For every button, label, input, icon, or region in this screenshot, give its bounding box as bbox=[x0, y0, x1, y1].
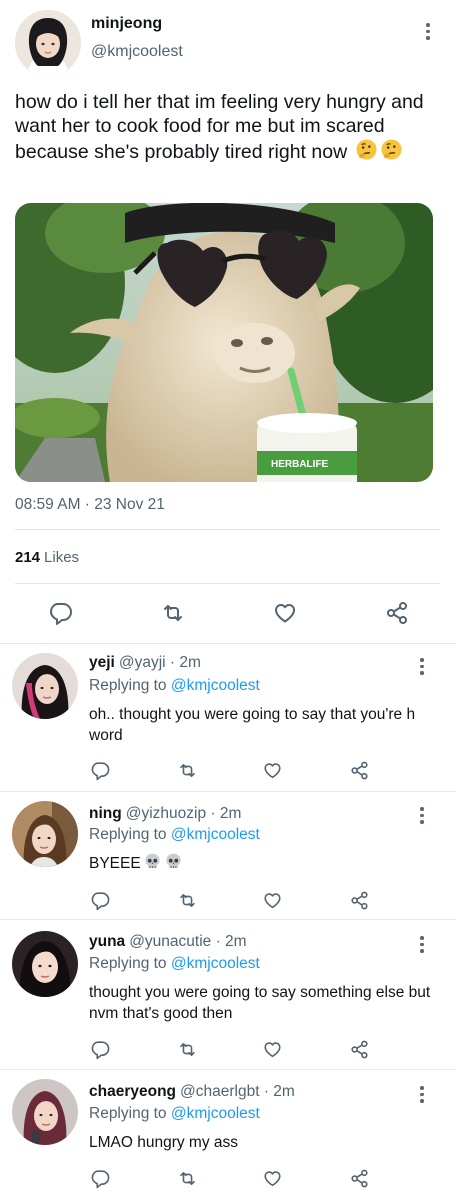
more-icon[interactable] bbox=[414, 933, 430, 955]
likes-count[interactable]: 214 Likes bbox=[15, 549, 79, 566]
retweet-icon[interactable] bbox=[158, 598, 188, 628]
reply-text-body: BYEEE bbox=[89, 855, 141, 872]
heart-icon[interactable] bbox=[260, 758, 284, 782]
reply-author-handle[interactable]: @chaerlgbt bbox=[180, 1083, 260, 1100]
reply-time: · 2m bbox=[263, 1083, 295, 1100]
avatar[interactable] bbox=[12, 801, 78, 867]
retweet-icon[interactable] bbox=[175, 1037, 199, 1061]
replying-prefix: Replying to bbox=[89, 1105, 167, 1122]
avatar[interactable] bbox=[12, 931, 78, 997]
replying-prefix: Replying to bbox=[89, 955, 167, 972]
reply-header: chaeryeong @chaerlgbt · 2m bbox=[89, 1083, 295, 1101]
retweet-icon[interactable] bbox=[175, 758, 199, 782]
reply-time: · 2m bbox=[169, 654, 201, 671]
replying-handle-link[interactable]: @kmjcoolest bbox=[171, 677, 260, 694]
reply-time: · 2m bbox=[215, 933, 247, 950]
replying-handle-link[interactable]: @kmjcoolest bbox=[171, 1105, 260, 1122]
reply-author-name[interactable]: ning bbox=[89, 805, 122, 822]
reply-icon[interactable] bbox=[88, 758, 112, 782]
replying-to: Replying to @kmjcoolest bbox=[89, 955, 260, 973]
reply-text: thought you were going to say something … bbox=[89, 984, 431, 1022]
tweet-text: how do i tell her that im feeling very h… bbox=[15, 90, 440, 167]
reply-icon[interactable] bbox=[88, 1037, 112, 1061]
tweet-timestamp[interactable]: 08:59 AM · 23 Nov 21 bbox=[15, 496, 165, 514]
replying-handle-link[interactable]: @kmjcoolest bbox=[171, 955, 260, 972]
share-icon[interactable] bbox=[347, 1037, 371, 1061]
reply-text: oh.. thought you were going to say that … bbox=[89, 706, 416, 744]
reply-icon[interactable] bbox=[46, 598, 76, 628]
replying-prefix: Replying to bbox=[89, 677, 167, 694]
replying-handle-link[interactable]: @kmjcoolest bbox=[171, 826, 260, 843]
reply-item[interactable]: yuna @yunacutie · 2m Replying to @kmjcool… bbox=[0, 919, 456, 1069]
tweet-action-bar bbox=[0, 598, 456, 630]
reply-author-handle[interactable]: @yayji bbox=[119, 654, 166, 671]
likes-number: 214 bbox=[15, 549, 41, 566]
divider bbox=[15, 529, 440, 530]
reply-action-bar bbox=[0, 1166, 456, 1192]
author-handle[interactable]: @kmjcoolest bbox=[91, 43, 183, 61]
thinking-face-emoji-icon bbox=[355, 138, 378, 167]
reply-text: BYEEE bbox=[89, 852, 434, 877]
heart-icon[interactable] bbox=[270, 598, 300, 628]
reply-icon[interactable] bbox=[88, 1166, 112, 1190]
reply-text: LMAO hungry my ass bbox=[89, 1134, 239, 1151]
reply-item[interactable]: yeji @yayji · 2m Replying to @kmjcoolest … bbox=[0, 643, 456, 791]
reply-header: yeji @yayji · 2m bbox=[89, 654, 201, 672]
reply-author-name[interactable]: chaeryeong bbox=[89, 1083, 176, 1100]
thinking-face-emoji-icon bbox=[380, 138, 403, 167]
more-icon[interactable] bbox=[414, 1083, 430, 1105]
heart-icon[interactable] bbox=[260, 888, 284, 912]
author-avatar[interactable] bbox=[15, 10, 81, 76]
replying-to: Replying to @kmjcoolest bbox=[89, 677, 260, 695]
heart-icon[interactable] bbox=[260, 1166, 284, 1190]
replying-prefix: Replying to bbox=[89, 826, 167, 843]
replying-to: Replying to @kmjcoolest bbox=[89, 1105, 260, 1123]
reply-icon[interactable] bbox=[88, 888, 112, 912]
reply-item[interactable]: ning @yizhuozip · 2m Replying to @kmjcool… bbox=[0, 791, 456, 919]
share-icon[interactable] bbox=[347, 888, 371, 912]
more-icon[interactable] bbox=[418, 20, 438, 44]
reply-author-name[interactable]: yuna bbox=[89, 933, 125, 950]
tweet-media-image[interactable]: HERBALIFE bbox=[15, 203, 433, 482]
reply-item[interactable]: chaeryeong @chaerlgbt · 2m Replying to @k… bbox=[0, 1069, 456, 1200]
share-icon[interactable] bbox=[347, 1166, 371, 1190]
reply-author-handle[interactable]: @yunacutie bbox=[129, 933, 211, 950]
reply-author-handle[interactable]: @yizhuozip bbox=[126, 805, 206, 822]
divider bbox=[15, 583, 440, 584]
replying-to: Replying to @kmjcoolest bbox=[89, 826, 260, 844]
likes-label: Likes bbox=[44, 549, 80, 566]
reply-action-bar bbox=[0, 888, 456, 914]
retweet-icon[interactable] bbox=[175, 1166, 199, 1190]
share-icon[interactable] bbox=[382, 598, 412, 628]
skull-emoji-icon bbox=[143, 852, 162, 877]
retweet-icon[interactable] bbox=[175, 888, 199, 912]
share-icon[interactable] bbox=[347, 758, 371, 782]
media-label: HERBALIFE bbox=[271, 459, 329, 470]
reply-action-bar bbox=[0, 1037, 456, 1063]
skull-emoji-icon bbox=[164, 852, 183, 877]
more-icon[interactable] bbox=[414, 804, 430, 826]
avatar[interactable] bbox=[12, 1079, 78, 1145]
author-name[interactable]: minjeong bbox=[91, 15, 162, 33]
reply-time: · 2m bbox=[210, 805, 242, 822]
heart-icon[interactable] bbox=[260, 1037, 284, 1061]
reply-author-name[interactable]: yeji bbox=[89, 654, 115, 671]
reply-action-bar bbox=[0, 758, 456, 784]
reply-header: yuna @yunacutie · 2m bbox=[89, 933, 247, 951]
more-icon[interactable] bbox=[414, 655, 430, 677]
reply-header: ning @yizhuozip · 2m bbox=[89, 805, 241, 823]
avatar[interactable] bbox=[12, 653, 78, 719]
